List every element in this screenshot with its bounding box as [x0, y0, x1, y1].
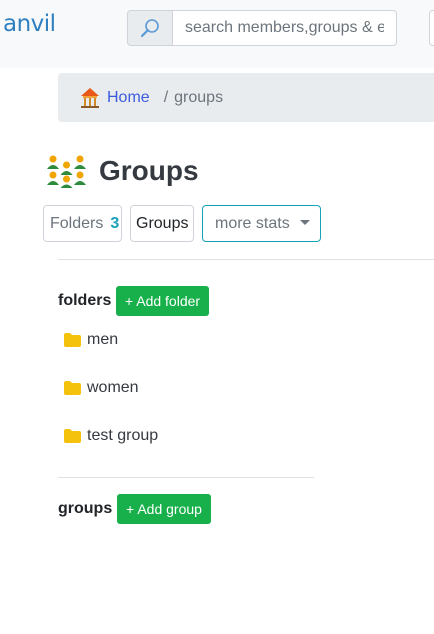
- folder-icon: [64, 333, 81, 347]
- folder-icon: [64, 429, 81, 443]
- folders-count-badge: 3: [110, 214, 120, 232]
- folder-item-label[interactable]: men: [87, 331, 118, 349]
- groups-stat-label: Groups: [136, 214, 189, 232]
- folders-section-label: folders: [58, 292, 112, 309]
- folders-stat-button[interactable]: Folders 3: [43, 205, 122, 242]
- add-folder-button[interactable]: + Add folder: [116, 286, 209, 316]
- page-title-text: Groups: [99, 155, 199, 186]
- breadcrumb-home-link[interactable]: Home: [80, 87, 150, 109]
- navbar-edge-control[interactable]: [429, 10, 434, 46]
- groups-section-label: groups: [58, 500, 113, 517]
- breadcrumb-separator: /: [163, 88, 169, 106]
- folder-icon: [64, 381, 81, 395]
- groups-stat-button[interactable]: Groups: [130, 205, 194, 242]
- divider: [58, 477, 314, 478]
- people-group-icon: [47, 155, 86, 188]
- folder-item-men[interactable]: men: [64, 331, 118, 349]
- top-navbar: anvil: [0, 0, 434, 68]
- search-button[interactable]: [127, 10, 173, 46]
- temple-icon: [81, 87, 99, 108]
- caret-down-icon: [299, 220, 310, 225]
- folder-item-label[interactable]: women: [87, 379, 139, 397]
- more-stats-dropdown[interactable]: more stats: [202, 205, 321, 242]
- breadcrumb-home-label[interactable]: Home: [107, 89, 150, 107]
- folder-item-women[interactable]: women: [64, 379, 139, 397]
- search-input[interactable]: [172, 10, 397, 46]
- more-stats-label: more stats: [215, 214, 290, 232]
- add-group-button[interactable]: + Add group: [117, 494, 211, 524]
- folders-stat-label: Folders: [50, 214, 104, 232]
- divider: [58, 259, 434, 260]
- breadcrumb-current: groups: [174, 88, 224, 106]
- app-logo[interactable]: anvil: [3, 11, 56, 37]
- folder-item-test-group[interactable]: test group: [64, 427, 158, 445]
- folder-item-label[interactable]: test group: [87, 427, 158, 445]
- breadcrumb: Home / groups: [58, 73, 434, 122]
- search-icon: [140, 19, 159, 38]
- page-title: Groups: [46, 154, 199, 188]
